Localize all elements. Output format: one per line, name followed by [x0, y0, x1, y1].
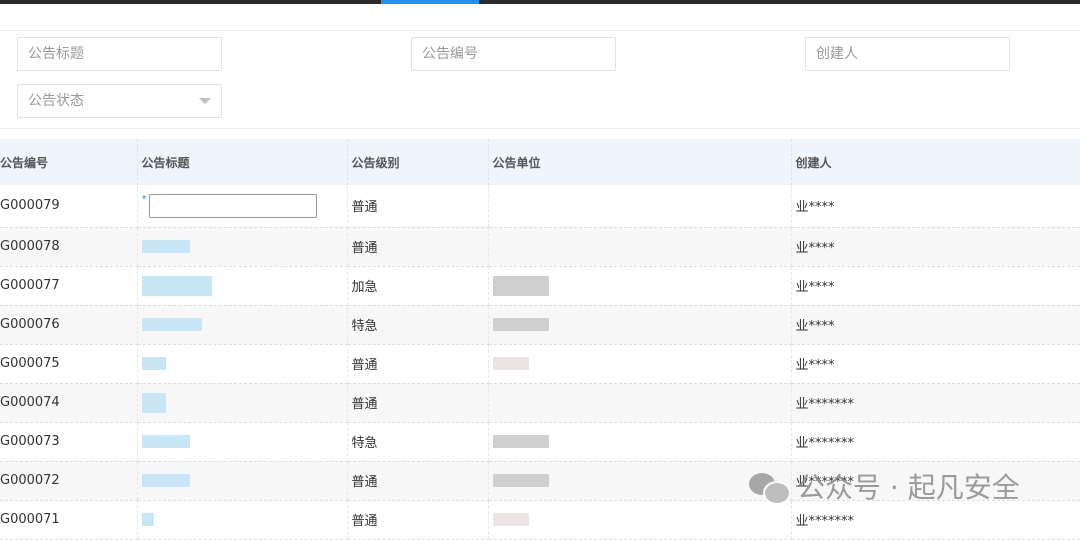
cell-title: [136, 305, 347, 345]
cell-unit: [487, 185, 791, 228]
cell-level: 普通: [346, 185, 488, 228]
redacted-unit: [492, 513, 529, 526]
cell-title: [136, 500, 347, 540]
cell-creator: 业*******: [790, 422, 1080, 462]
redacted-title: [141, 392, 166, 413]
column-header-creator[interactable]: 创建人: [790, 139, 1080, 185]
title-filter-placeholder: 公告标题: [28, 46, 84, 62]
cell-number: G000077: [0, 266, 137, 306]
cell-creator: 业****: [790, 227, 1080, 267]
title-filter-input[interactable]: 公告标题: [17, 37, 222, 71]
cell-number: G000072: [0, 461, 137, 501]
column-header-number[interactable]: 公告编号: [0, 139, 137, 185]
table-row[interactable]: G000074 普通 业*******: [0, 383, 1080, 423]
cell-level: 特急: [346, 422, 488, 462]
redacted-title: [141, 357, 166, 370]
redacted-title: [141, 513, 154, 526]
cell-title[interactable]: *: [136, 185, 347, 228]
cell-title: [136, 422, 347, 462]
cell-level: 普通: [346, 227, 488, 267]
cell-number: G000074: [0, 383, 137, 423]
cell-unit: [487, 500, 791, 540]
column-header-title[interactable]: 公告标题: [136, 139, 347, 185]
active-tab-indicator: [381, 0, 479, 4]
creator-filter-input[interactable]: 创建人: [805, 37, 1010, 71]
cell-unit: [487, 227, 791, 267]
cell-number: G000078: [0, 227, 137, 267]
table-row[interactable]: G000075 普通 业****: [0, 344, 1080, 384]
cell-unit: [487, 266, 791, 306]
divider: [0, 128, 1080, 129]
redacted-title: [141, 474, 190, 487]
cell-level: 加急: [346, 266, 488, 306]
cell-number: G000071: [0, 500, 137, 540]
divider: [0, 30, 1080, 31]
redacted-unit: [492, 474, 549, 487]
cell-title: [136, 344, 347, 384]
cell-title: [136, 461, 347, 501]
chevron-down-icon[interactable]: [199, 98, 211, 104]
cell-number: G000079: [0, 185, 137, 228]
watermark: 公众号 · 起凡安全: [749, 466, 1020, 506]
status-filter-placeholder: 公告状态: [28, 93, 84, 109]
wechat-icon: [749, 469, 791, 505]
cell-level: 普通: [346, 383, 488, 423]
top-bar: [0, 0, 1080, 4]
title-edit-input[interactable]: [148, 193, 317, 218]
cell-number: G000075: [0, 344, 137, 384]
cell-unit: [487, 422, 791, 462]
status-filter-select[interactable]: 公告状态: [17, 84, 222, 118]
cell-level: 普通: [346, 500, 488, 540]
cell-unit: [487, 383, 791, 423]
cell-number: G000076: [0, 305, 137, 345]
cell-level: 特急: [346, 305, 488, 345]
cell-level: 普通: [346, 344, 488, 384]
redacted-title: [141, 240, 190, 253]
cell-title: [136, 227, 347, 267]
redacted-unit: [492, 435, 549, 448]
cell-title: [136, 383, 347, 423]
table-row[interactable]: G000079 * 普通 业****: [0, 185, 1080, 228]
cell-creator: 业****: [790, 266, 1080, 306]
cell-level: 普通: [346, 461, 488, 501]
redacted-title: [141, 435, 190, 448]
cell-unit: [487, 344, 791, 384]
table-row[interactable]: G000073 特急 业*******: [0, 422, 1080, 462]
redacted-title: [141, 318, 202, 331]
number-filter-placeholder: 公告编号: [422, 46, 478, 62]
cell-unit: [487, 305, 791, 345]
cell-number: G000073: [0, 422, 137, 462]
redacted-title: [141, 275, 212, 296]
edit-marker-icon: *: [141, 193, 147, 205]
cell-creator: 业*******: [790, 383, 1080, 423]
redacted-unit: [492, 318, 549, 331]
cell-creator: 业****: [790, 344, 1080, 384]
cell-creator: 业****: [790, 305, 1080, 345]
cell-creator: 业****: [790, 185, 1080, 228]
table-header-row: 公告编号 公告标题 公告级别 公告单位 创建人: [0, 139, 1080, 185]
cell-unit: [487, 461, 791, 501]
redacted-unit: [492, 275, 549, 296]
watermark-text: 公众号 · 起凡安全: [797, 471, 1020, 504]
cell-title: [136, 266, 347, 306]
redacted-unit: [492, 357, 529, 370]
creator-filter-placeholder: 创建人: [816, 46, 858, 62]
column-header-unit[interactable]: 公告单位: [487, 139, 791, 185]
table-row[interactable]: G000077 加急 业****: [0, 266, 1080, 306]
column-header-level[interactable]: 公告级别: [346, 139, 488, 185]
table-row[interactable]: G000076 特急 业****: [0, 305, 1080, 345]
number-filter-input[interactable]: 公告编号: [411, 37, 616, 71]
table-row[interactable]: G000078 普通 业****: [0, 227, 1080, 267]
